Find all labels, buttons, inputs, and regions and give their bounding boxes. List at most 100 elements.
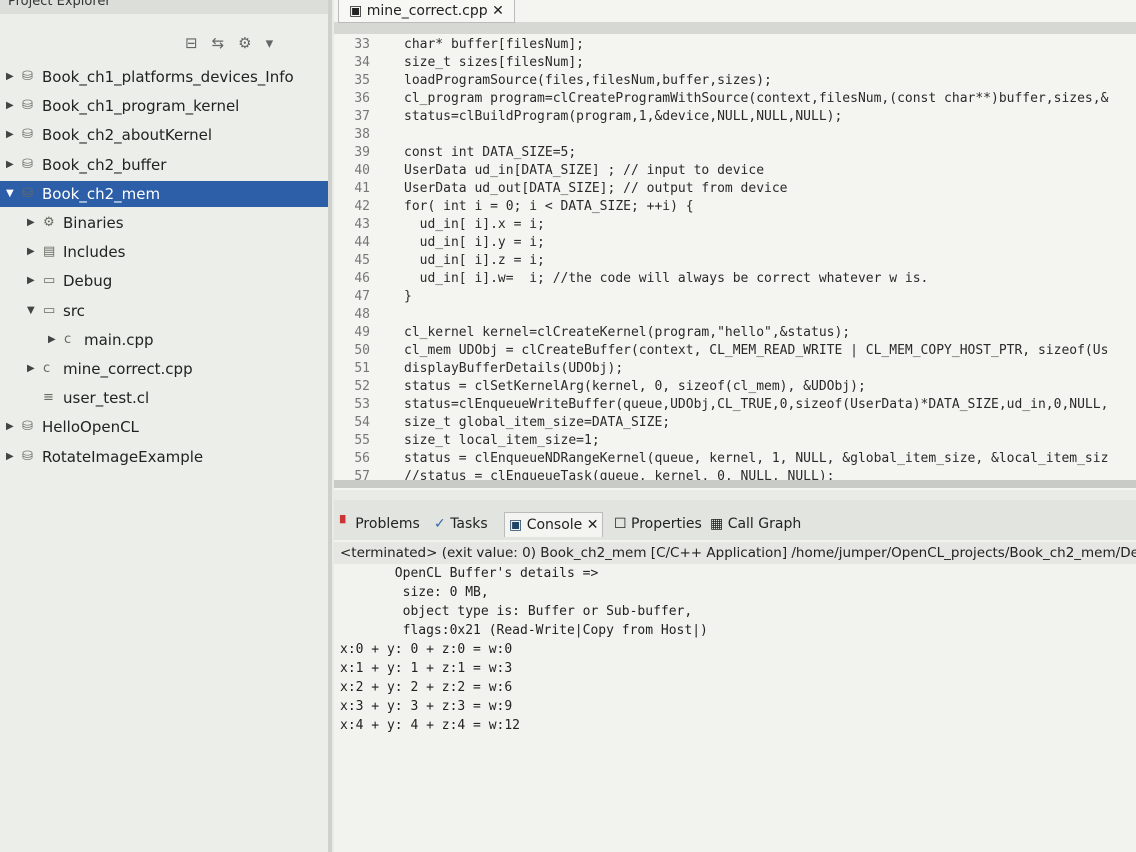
code-text: status = clSetKernelArg(kernel, 0, sizeo…: [404, 379, 866, 394]
tree-item[interactable]: ▶ c main.cpp: [0, 327, 328, 353]
code-line: 42 for( int i = 0; i < DATA_SIZE; ++i) {: [334, 198, 1136, 216]
code-line: 50 cl_mem UDObj = clCreateBuffer(context,…: [334, 342, 1136, 360]
line-number: 36: [354, 91, 370, 106]
tree-item[interactable]: ▶ ⛁ Book_ch1_program_kernel: [0, 93, 328, 119]
expand-arrow-icon[interactable]: ▼: [27, 298, 35, 324]
tab-problems[interactable]: ▘ Problems: [340, 512, 420, 536]
code-line: 47}: [334, 288, 1136, 306]
expand-arrow-icon[interactable]: ▶: [48, 327, 56, 353]
expand-arrow-icon[interactable]: ▶: [6, 444, 14, 470]
tree-item-label: Debug: [63, 272, 113, 291]
line-number: 53: [354, 397, 370, 412]
line-number: 34: [354, 55, 370, 70]
filter-icon[interactable]: ⚙: [238, 34, 265, 52]
code-text: status=clBuildProgram(program,1,&device,…: [404, 109, 843, 124]
editor-tab-label: mine_correct.cpp: [366, 3, 488, 19]
tree-item[interactable]: ▶ c mine_correct.cpp: [0, 356, 328, 382]
expand-arrow-icon[interactable]: ▶: [6, 122, 14, 148]
tree-item[interactable]: ▶ ▤ Includes: [0, 239, 328, 265]
tab-properties[interactable]: ☐ Properties: [614, 512, 702, 536]
close-icon[interactable]: ✕: [582, 517, 599, 533]
tree-item[interactable]: ▶ ⛁ Book_ch2_aboutKernel: [0, 122, 328, 148]
expand-arrow-icon[interactable]: ▶: [6, 64, 14, 90]
expand-arrow-icon[interactable]: ▶: [6, 93, 14, 119]
tab-label: Console: [526, 517, 583, 533]
tree-item-label: main.cpp: [84, 330, 154, 349]
console-output-line: x:2 + y: 2 + z:2 = w:6: [340, 680, 513, 695]
code-line: 46 ud_in[ i].w= i; //the code will alway…: [334, 270, 1136, 288]
expand-arrow-icon[interactable]: ▶: [27, 210, 35, 236]
expand-arrow-icon[interactable]: ▶: [27, 239, 35, 265]
tree-item-label: Book_ch2_mem: [42, 184, 161, 203]
expand-arrow-icon[interactable]: ▼: [6, 181, 14, 207]
link-editor-icon[interactable]: ⇆: [212, 34, 239, 52]
code-text: status=clEnqueueWriteBuffer(queue,UDObj,…: [404, 397, 1109, 412]
console-icon: ▣: [509, 517, 523, 533]
code-line: 33 char* buffer[filesNum];: [334, 36, 1136, 54]
tree-item[interactable]: ≡ user_test.cl: [0, 385, 328, 411]
project-icon: ⛁: [22, 448, 33, 464]
tree-item[interactable]: ▶ ⛁ HelloOpenCL: [0, 414, 328, 440]
file-icon: ≡: [43, 390, 54, 406]
tab-label: Properties: [631, 516, 702, 532]
console-output-line: x:0 + y: 0 + z:0 = w:0: [340, 642, 513, 657]
properties-icon: ☐: [614, 516, 627, 532]
code-line: 39 const int DATA_SIZE=5;: [334, 144, 1136, 162]
code-text: char* buffer[filesNum];: [404, 37, 585, 52]
tab-console[interactable]: ▣ Console ✕: [504, 512, 604, 537]
code-line: 44 ud_in[ i].y = i;: [334, 234, 1136, 252]
expand-arrow-icon[interactable]: ▶: [6, 152, 14, 178]
project-icon: ⛁: [22, 419, 33, 435]
tab-tasks[interactable]: ✓ Tasks: [434, 512, 488, 536]
console-output-line: flags:0x21 (Read-Write|Copy from Host|): [340, 623, 708, 638]
cpp-file-icon: c: [43, 361, 51, 376]
tree-item[interactable]: ▼ ⛁ Book_ch2_mem: [0, 180, 328, 207]
project-explorer-title[interactable]: Project Explorer: [8, 0, 111, 9]
tree-item[interactable]: ▶ ⛁ Book_ch2_buffer: [0, 152, 328, 178]
tab-label: Problems: [355, 516, 420, 532]
code-line: 40 UserData ud_in[DATA_SIZE] ; // input t…: [334, 162, 1136, 180]
code-line: 45 ud_in[ i].z = i;: [334, 252, 1136, 270]
tree-item[interactable]: ▶ ⛁ Book_ch1_platforms_devices_Info: [0, 64, 328, 90]
tree-item[interactable]: ▶ ▭ Debug: [0, 268, 328, 294]
tree-item[interactable]: ▶ ⚙ Binaries: [0, 210, 328, 236]
line-number: 55: [354, 433, 370, 448]
code-text: for( int i = 0; i < DATA_SIZE; ++i) {: [404, 199, 694, 214]
code-editor[interactable]: ▣ mine_correct.cpp ✕ 33 char* buffer[file…: [334, 0, 1136, 490]
tree-item-label: Book_ch2_buffer: [42, 155, 167, 174]
editor-header-bar: [334, 22, 1136, 34]
tree-item[interactable]: ▼ ▭ src: [0, 298, 328, 324]
tab-call-graph[interactable]: ▦ Call Graph: [710, 512, 801, 536]
code-line: 49 cl_kernel kernel=clCreateKernel(progra…: [334, 324, 1136, 342]
explorer-toolbar: ⊟⇆⚙▾: [185, 34, 287, 52]
view-menu-icon[interactable]: ▾: [266, 34, 288, 52]
tree-item-label: src: [63, 301, 85, 320]
collapse-all-icon[interactable]: ⊟: [185, 34, 212, 52]
expand-arrow-icon[interactable]: ▶: [27, 268, 35, 294]
horizontal-scrollbar[interactable]: [334, 480, 1136, 488]
project-icon: ⛁: [22, 185, 33, 201]
line-number: 50: [354, 343, 370, 358]
line-number: 37: [354, 109, 370, 124]
line-number: 52: [354, 379, 370, 394]
expand-arrow-icon[interactable]: ▶: [27, 356, 35, 382]
tree-item-label: Binaries: [63, 214, 124, 232]
tree-item-label: Book_ch1_platforms_devices_Info: [42, 68, 294, 86]
code-line: 53 status=clEnqueueWriteBuffer(queue,UDOb…: [334, 396, 1136, 414]
close-icon[interactable]: ✕: [488, 3, 504, 19]
code-line: 55 size_t local_item_size=1;: [334, 432, 1136, 450]
expand-arrow-icon[interactable]: ▶: [6, 414, 14, 440]
call-graph-icon: ▦: [710, 516, 724, 532]
code-text: ud_in[ i].w= i; //the code will always b…: [404, 271, 929, 286]
view-tabs: ▘ Problems ✓ Tasks ▣ Console ✕ ☐ Propert…: [334, 500, 1136, 540]
code-line: 43 ud_in[ i].x = i;: [334, 216, 1136, 234]
code-text: size_t local_item_size=1;: [404, 433, 600, 448]
code-line: 37 status=clBuildProgram(program,1,&devic…: [334, 108, 1136, 126]
code-text: cl_program program=clCreateProgramWithSo…: [404, 91, 1109, 106]
tree-item-label: RotateImageExample: [42, 447, 204, 466]
binaries-icon: ⚙: [43, 215, 55, 230]
editor-tab-mine-correct[interactable]: ▣ mine_correct.cpp ✕: [338, 0, 515, 23]
tree-item[interactable]: ▶ ⛁ RotateImageExample: [0, 444, 328, 470]
cpp-file-icon: ▣: [349, 3, 367, 19]
code-text: ud_in[ i].x = i;: [404, 217, 545, 232]
